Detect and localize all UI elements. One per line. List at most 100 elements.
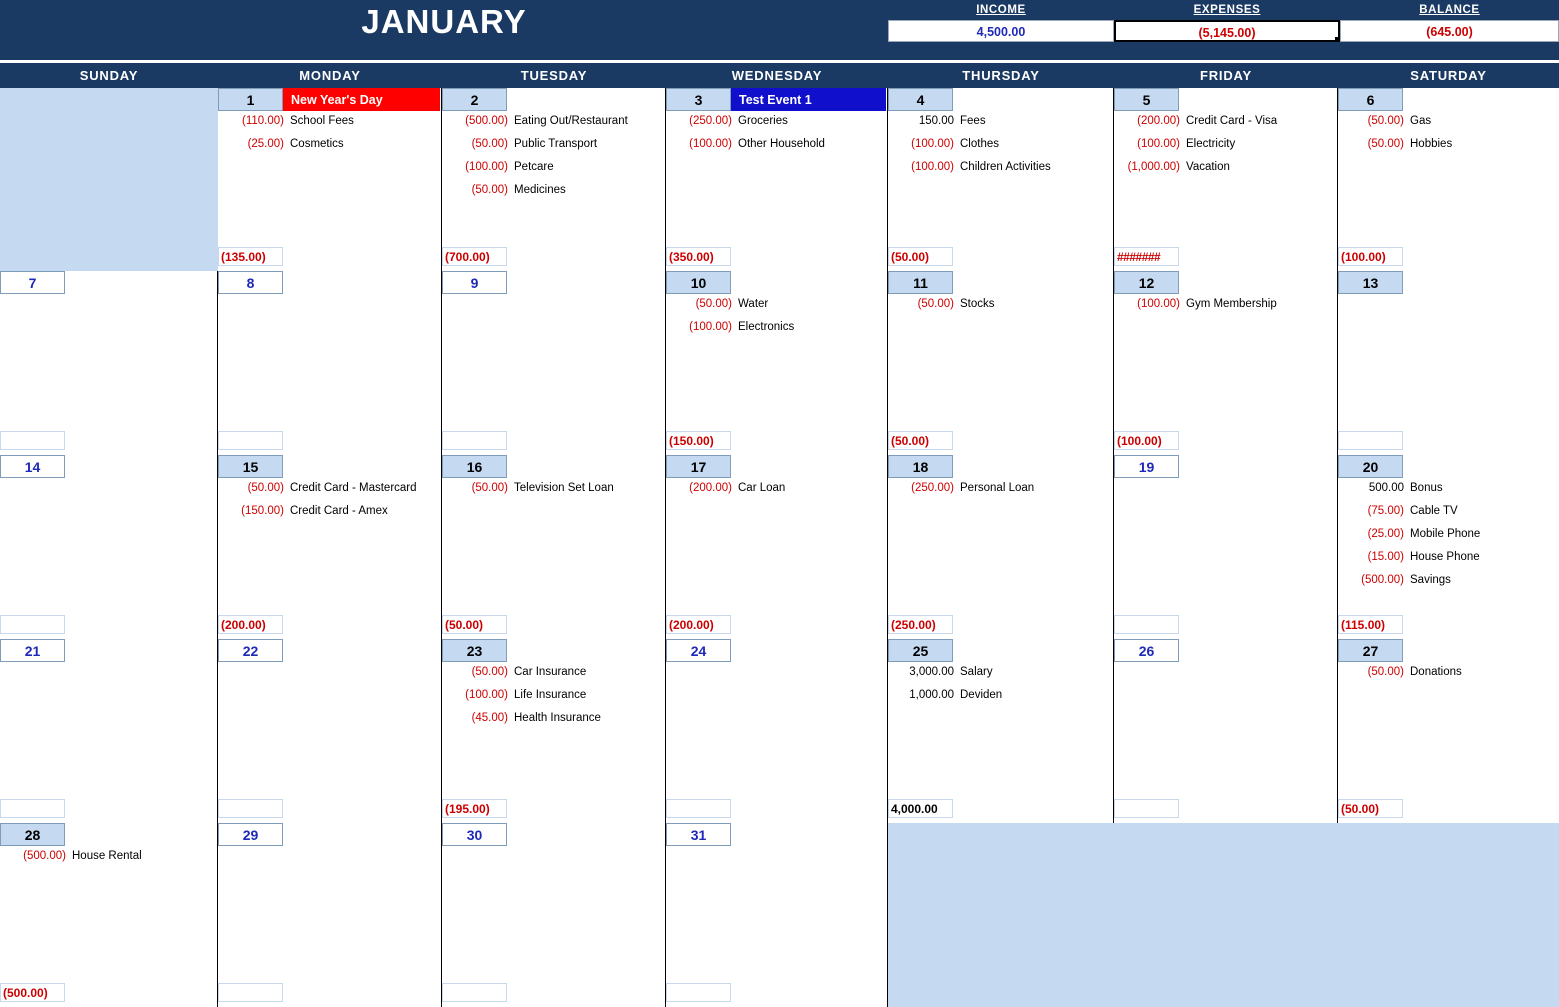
summary-value-income[interactable]: 4,500.00	[888, 20, 1114, 42]
day-total-19[interactable]	[1114, 615, 1179, 634]
day-total-31[interactable]	[666, 983, 731, 1002]
day-number-23[interactable]: 23	[442, 639, 507, 662]
budget-line-item[interactable]: (1,000.00) Vacation	[1114, 161, 1335, 184]
day-cell-15[interactable]: 15 (50.00) Credit Card - Mastercard (150.00…	[218, 455, 442, 639]
day-cell-19[interactable]: 19	[1114, 455, 1338, 639]
budget-line-item[interactable]: (100.00) Life Insurance	[442, 689, 663, 712]
day-cell-8[interactable]: 8	[218, 271, 442, 455]
day-total-2[interactable]: (700.00)	[442, 247, 507, 266]
day-cell-9[interactable]: 9	[442, 271, 666, 455]
day-cell-20[interactable]: 20 500.00 Bonus (75.00) Cable TV (25.00) Mobil…	[1338, 455, 1559, 639]
day-total-10[interactable]: (150.00)	[666, 431, 731, 450]
day-cell-10[interactable]: 10 (50.00) Water (100.00) Electronics (150.00…	[666, 271, 888, 455]
day-cell-26[interactable]: 26	[1114, 639, 1338, 823]
day-cell-29[interactable]: 29	[218, 823, 442, 1007]
budget-line-item[interactable]: (50.00) Television Set Loan	[442, 482, 663, 505]
budget-line-item[interactable]: (150.00) Credit Card - Amex	[218, 505, 439, 528]
day-number-7[interactable]: 7	[0, 271, 65, 294]
day-cell-14[interactable]: 14	[0, 455, 218, 639]
budget-line-item[interactable]: (500.00) Eating Out/Restaurant	[442, 115, 663, 138]
day-total-12[interactable]: (100.00)	[1114, 431, 1179, 450]
day-cell-13[interactable]: 13	[1338, 271, 1559, 455]
day-cell-4[interactable]: 4 150.00 Fees (100.00) Clothes (100.00) Childr…	[888, 88, 1114, 271]
day-cell-30[interactable]: 30	[442, 823, 666, 1007]
day-number-22[interactable]: 22	[218, 639, 283, 662]
day-total-1[interactable]: (135.00)	[218, 247, 283, 266]
day-total-16[interactable]: (50.00)	[442, 615, 507, 634]
budget-line-item[interactable]: (200.00) Car Loan	[666, 482, 885, 505]
day-cell-21[interactable]: 21	[0, 639, 218, 823]
budget-line-item[interactable]: (100.00) Electronics	[666, 321, 885, 344]
day-number-19[interactable]: 19	[1114, 455, 1179, 478]
day-total-26[interactable]	[1114, 799, 1179, 818]
budget-line-item[interactable]: (200.00) Credit Card - Visa	[1114, 115, 1335, 138]
day-number-30[interactable]: 30	[442, 823, 507, 846]
day-cell-2[interactable]: 2 (500.00) Eating Out/Restaurant (50.00) Pub…	[442, 88, 666, 271]
day-cell-17[interactable]: 17 (200.00) Car Loan (200.00)	[666, 455, 888, 639]
budget-line-item[interactable]: (50.00) Medicines	[442, 184, 663, 207]
day-total-17[interactable]: (200.00)	[666, 615, 731, 634]
day-total-21[interactable]	[0, 799, 65, 818]
day-number-24[interactable]: 24	[666, 639, 731, 662]
day-total-18[interactable]: (250.00)	[888, 615, 953, 634]
day-number-10[interactable]: 10	[666, 271, 731, 294]
day-cell-25[interactable]: 25 3,000.00 Salary 1,000.00 Deviden 4,000.00	[888, 639, 1114, 823]
day-total-6[interactable]: (100.00)	[1338, 247, 1403, 266]
day-cell-28[interactable]: 28 (500.00) House Rental (500.00)	[0, 823, 218, 1007]
budget-line-item[interactable]: (100.00) Children Activities	[888, 161, 1111, 184]
day-number-25[interactable]: 25	[888, 639, 953, 662]
day-number-15[interactable]: 15	[218, 455, 283, 478]
day-number-9[interactable]: 9	[442, 271, 507, 294]
budget-line-item[interactable]: (50.00) Stocks	[888, 298, 1111, 321]
day-number-26[interactable]: 26	[1114, 639, 1179, 662]
day-cell-23[interactable]: 23 (50.00) Car Insurance (100.00) Life Insur…	[442, 639, 666, 823]
day-cell-11[interactable]: 11 (50.00) Stocks (50.00)	[888, 271, 1114, 455]
budget-line-item[interactable]: (50.00) Water	[666, 298, 885, 321]
budget-line-item[interactable]: (15.00) House Phone	[1338, 551, 1557, 574]
day-number-28[interactable]: 28	[0, 823, 65, 846]
day-number-8[interactable]: 8	[218, 271, 283, 294]
day-total-25[interactable]: 4,000.00	[888, 799, 953, 818]
budget-line-item[interactable]: 150.00 Fees	[888, 115, 1111, 138]
day-total-9[interactable]	[442, 431, 507, 450]
budget-line-item[interactable]: (25.00) Cosmetics	[218, 138, 439, 161]
day-number-21[interactable]: 21	[0, 639, 65, 662]
day-number-18[interactable]: 18	[888, 455, 953, 478]
day-number-2[interactable]: 2	[442, 88, 507, 111]
day-number-20[interactable]: 20	[1338, 455, 1403, 478]
day-number-16[interactable]: 16	[442, 455, 507, 478]
day-number-14[interactable]: 14	[0, 455, 65, 478]
event-banner[interactable]: New Year's Day	[283, 88, 440, 111]
day-total-4[interactable]: (50.00)	[888, 247, 953, 266]
budget-line-item[interactable]: (250.00) Groceries	[666, 115, 885, 138]
day-total-22[interactable]	[218, 799, 283, 818]
day-cell-12[interactable]: 12 (100.00) Gym Membership (100.00)	[1114, 271, 1338, 455]
budget-line-item[interactable]: 1,000.00 Deviden	[888, 689, 1111, 712]
budget-line-item[interactable]: (500.00) House Rental	[0, 850, 215, 873]
budget-line-item[interactable]: (250.00) Personal Loan	[888, 482, 1111, 505]
budget-line-item[interactable]: (100.00) Petcare	[442, 161, 663, 184]
day-total-23[interactable]: (195.00)	[442, 799, 507, 818]
day-total-5[interactable]: #######	[1114, 247, 1179, 266]
day-total-11[interactable]: (50.00)	[888, 431, 953, 450]
budget-line-item[interactable]: 500.00 Bonus	[1338, 482, 1557, 505]
day-total-27[interactable]: (50.00)	[1338, 799, 1403, 818]
day-number-31[interactable]: 31	[666, 823, 731, 846]
budget-line-item[interactable]: (100.00) Electricity	[1114, 138, 1335, 161]
day-total-24[interactable]	[666, 799, 731, 818]
day-cell-31[interactable]: 31	[666, 823, 888, 1007]
day-cell-3[interactable]: 3 Test Event 1 (250.00) Groceries (100.00) Ot…	[666, 88, 888, 271]
day-cell-5[interactable]: 5 (200.00) Credit Card - Visa (100.00) Elect…	[1114, 88, 1338, 271]
day-number-13[interactable]: 13	[1338, 271, 1403, 294]
budget-line-item[interactable]: (50.00) Car Insurance	[442, 666, 663, 689]
day-total-7[interactable]	[0, 431, 65, 450]
day-number-17[interactable]: 17	[666, 455, 731, 478]
event-banner[interactable]: Test Event 1	[731, 88, 886, 111]
budget-line-item[interactable]: (100.00) Other Household	[666, 138, 885, 161]
budget-line-item[interactable]: (50.00) Public Transport	[442, 138, 663, 161]
day-cell-18[interactable]: 18 (250.00) Personal Loan (250.00)	[888, 455, 1114, 639]
budget-line-item[interactable]: (50.00) Hobbies	[1338, 138, 1557, 161]
day-number-3[interactable]: 3	[666, 88, 731, 111]
budget-line-item[interactable]: (45.00) Health Insurance	[442, 712, 663, 735]
budget-line-item[interactable]: (75.00) Cable TV	[1338, 505, 1557, 528]
